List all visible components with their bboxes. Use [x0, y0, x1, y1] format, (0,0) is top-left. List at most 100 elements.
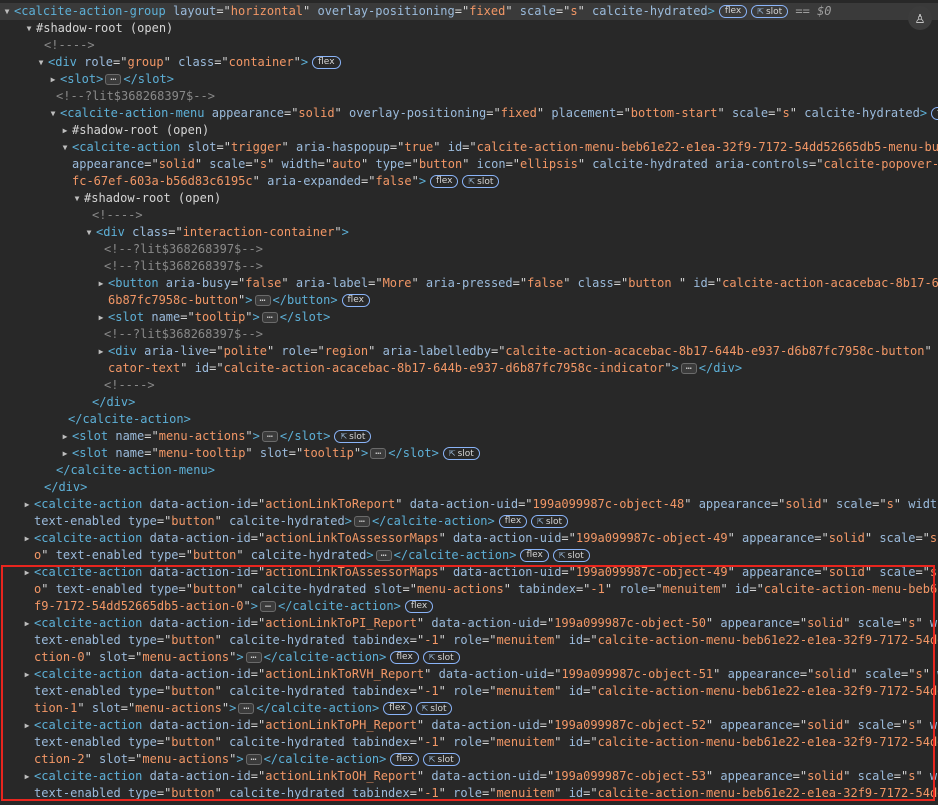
slot-badge[interactable]: ⇱ slot — [422, 753, 460, 766]
dom-node-line[interactable]: <!----> — [0, 37, 938, 54]
dom-node-line[interactable]: ▼ <calcite-action-menu appearance="solid"… — [0, 105, 938, 122]
ellipsis-expand-icon[interactable]: … — [245, 651, 262, 663]
flex-badge[interactable]: flex — [498, 515, 528, 528]
dom-node-line[interactable]: <!--?lit$368268397$--> — [0, 88, 938, 105]
dom-node-line[interactable]: ▼ <calcite-action-group layout="horizonta… — [0, 3, 938, 20]
expand-arrow-icon[interactable]: ▼ — [24, 20, 34, 37]
dom-node-line[interactable]: text-enabled type="button" calcite-hydra… — [0, 632, 938, 649]
dom-node-line[interactable]: <!----> — [0, 377, 938, 394]
dom-node-line[interactable]: ▶ <slot>… </slot> — [0, 71, 938, 88]
accessibility-icon[interactable]: ♙ — [908, 6, 932, 30]
dom-node-line[interactable]: ction-0" slot="menu-actions">… </calcite-… — [0, 649, 938, 666]
dom-node-line[interactable]: <!--?lit$368268397$--> — [0, 241, 938, 258]
dom-node-line[interactable]: <!----> — [0, 207, 938, 224]
slot-badge[interactable]: ⇱ slot — [552, 549, 590, 562]
dom-node-line[interactable]: </div> — [0, 394, 938, 411]
flex-badge[interactable]: flex — [390, 753, 419, 766]
dom-node-line[interactable]: f9-7172-54dd52665db5-action-0">… </calcit… — [0, 598, 938, 615]
slot-badge[interactable]: ⇱ slot — [751, 5, 789, 18]
expand-arrow-icon[interactable]: ▼ — [48, 105, 58, 122]
dom-node-line[interactable]: o" text-enabled type="button" calcite-hy… — [0, 581, 938, 598]
ellipsis-expand-icon[interactable]: … — [238, 702, 255, 714]
dom-node-line[interactable]: ▶ <slot name="menu-tooltip" slot="tooltip… — [0, 445, 938, 462]
dom-node-line[interactable]: ▶ <calcite-action data-action-id="actionL… — [0, 615, 938, 632]
expand-arrow-icon[interactable]: ▼ — [84, 224, 94, 241]
ellipsis-expand-icon[interactable]: … — [261, 311, 278, 323]
collapse-arrow-icon[interactable]: ▶ — [22, 496, 32, 513]
slot-badge[interactable]: ⇱ slot — [422, 651, 460, 664]
dom-node-line[interactable]: fc-67ef-603a-b56d83c6195c" aria-expanded… — [0, 173, 938, 190]
dom-node-line[interactable]: ▶ <calcite-action data-action-id="actionL… — [0, 564, 938, 581]
collapse-arrow-icon[interactable]: ▶ — [22, 564, 32, 581]
collapse-arrow-icon[interactable]: ▶ — [22, 666, 32, 683]
slot-badge[interactable]: ⇱ slot — [415, 702, 453, 715]
collapse-arrow-icon[interactable]: ▶ — [60, 445, 70, 462]
dom-node-line[interactable]: ▶ <calcite-action data-action-id="actionL… — [0, 768, 938, 785]
dom-node-line[interactable]: text-enabled type="button" calcite-hydra… — [0, 513, 938, 530]
ellipsis-expand-icon[interactable]: … — [370, 447, 387, 459]
dom-node-line[interactable]: ▼ <calcite-action slot="trigger" aria-has… — [0, 139, 938, 156]
dom-node-line[interactable]: ▶ <button aria-busy="false" aria-label="M… — [0, 275, 938, 292]
ellipsis-expand-icon[interactable]: … — [259, 600, 276, 612]
flex-badge[interactable]: flex — [718, 5, 748, 18]
expand-arrow-icon[interactable]: ▼ — [72, 190, 82, 207]
dom-node-line[interactable]: ▶ #shadow-root (open) — [0, 122, 938, 139]
ellipsis-expand-icon[interactable]: … — [375, 549, 392, 561]
dom-node-line[interactable]: </calcite-action-menu> — [0, 462, 938, 479]
flex-badge[interactable]: flex — [312, 56, 341, 69]
dom-node-line[interactable]: ▼ <div role="group" class="container"> fle… — [0, 54, 938, 71]
ellipsis-expand-icon[interactable]: … — [254, 294, 271, 306]
ellipsis-expand-icon[interactable]: … — [105, 73, 122, 85]
dom-node-line[interactable]: text-enabled type="button" calcite-hydra… — [0, 683, 938, 700]
dom-node-line[interactable]: 6b87fc7958c-button">… </button> flex — [0, 292, 938, 309]
dom-node-line[interactable]: </div> — [0, 479, 938, 496]
dom-node-line[interactable]: ▶ <calcite-action data-action-id="actionL… — [0, 717, 938, 734]
ellipsis-expand-icon[interactable]: … — [680, 362, 697, 374]
dom-node-line[interactable]: ▶ <div aria-live="polite" role="region" a… — [0, 343, 938, 360]
dom-node-line[interactable]: appearance="solid" scale="s" width="auto… — [0, 156, 938, 173]
dom-node-line[interactable]: <!--?lit$368268397$--> — [0, 258, 938, 275]
dom-node-line[interactable]: ▶ <slot name="menu-actions">… </slot> ⇱ slot — [0, 428, 938, 445]
dom-node-line[interactable]: ▼ <div class="interaction-container"> — [0, 224, 938, 241]
slot-badge[interactable]: ⇱ slot — [531, 515, 569, 528]
collapse-arrow-icon[interactable]: ▶ — [22, 717, 32, 734]
flex-badge[interactable]: flex — [520, 549, 549, 562]
slot-badge[interactable]: ⇱ slot — [442, 447, 480, 460]
flex-badge[interactable]: flex — [404, 600, 434, 613]
dom-node-line[interactable]: ▶ <calcite-action data-action-id="actionL… — [0, 666, 938, 683]
flex-badge[interactable]: flex — [931, 107, 938, 120]
flex-badge[interactable]: flex — [341, 294, 370, 307]
dom-node-line[interactable]: tion-1" slot="menu-actions">… </calcite-a… — [0, 700, 938, 717]
dom-node-line[interactable]: ▼ #shadow-root (open) — [0, 190, 938, 207]
slot-badge[interactable]: ⇱ slot — [334, 430, 372, 443]
ellipsis-expand-icon[interactable]: … — [245, 753, 262, 765]
flex-badge[interactable]: flex — [383, 702, 412, 715]
dom-node-line[interactable]: </calcite-action> — [0, 411, 938, 428]
dom-node-line[interactable]: o" text-enabled type="button" calcite-hy… — [0, 547, 938, 564]
collapse-arrow-icon[interactable]: ▶ — [96, 275, 106, 292]
flex-badge[interactable]: flex — [430, 175, 459, 188]
collapse-arrow-icon[interactable]: ▶ — [96, 343, 106, 360]
collapse-arrow-icon[interactable]: ▶ — [22, 530, 32, 547]
flex-badge[interactable]: flex — [390, 651, 419, 664]
expand-arrow-icon[interactable]: ▼ — [60, 139, 70, 156]
expand-arrow-icon[interactable]: ▼ — [36, 54, 46, 71]
dom-node-line[interactable]: ▼ #shadow-root (open) — [0, 20, 938, 37]
collapse-arrow-icon[interactable]: ▶ — [60, 122, 70, 139]
dom-node-line[interactable]: cator-text" id="calcite-action-acacebac-… — [0, 360, 938, 377]
collapse-arrow-icon[interactable]: ▶ — [60, 428, 70, 445]
slot-badge[interactable]: ⇱ slot — [462, 175, 500, 188]
ellipsis-expand-icon[interactable]: … — [353, 515, 370, 527]
collapse-arrow-icon[interactable]: ▶ — [96, 309, 106, 326]
dom-node-line[interactable]: ▶ <slot name="tooltip">… </slot> — [0, 309, 938, 326]
collapse-arrow-icon[interactable]: ▶ — [22, 615, 32, 632]
expand-arrow-icon[interactable]: ▼ — [2, 3, 12, 20]
dom-node-line[interactable]: ▶ <calcite-action data-action-id="actionL… — [0, 496, 938, 513]
dom-node-line[interactable]: text-enabled type="button" calcite-hydra… — [0, 785, 938, 802]
dom-node-line[interactable]: <!--?lit$368268397$--> — [0, 326, 938, 343]
dom-node-line[interactable]: ▶ <calcite-action data-action-id="actionL… — [0, 530, 938, 547]
ellipsis-expand-icon[interactable]: … — [261, 430, 278, 442]
collapse-arrow-icon[interactable]: ▶ — [22, 768, 32, 785]
dom-node-line[interactable]: text-enabled type="button" calcite-hydra… — [0, 734, 938, 751]
collapse-arrow-icon[interactable]: ▶ — [48, 71, 58, 88]
